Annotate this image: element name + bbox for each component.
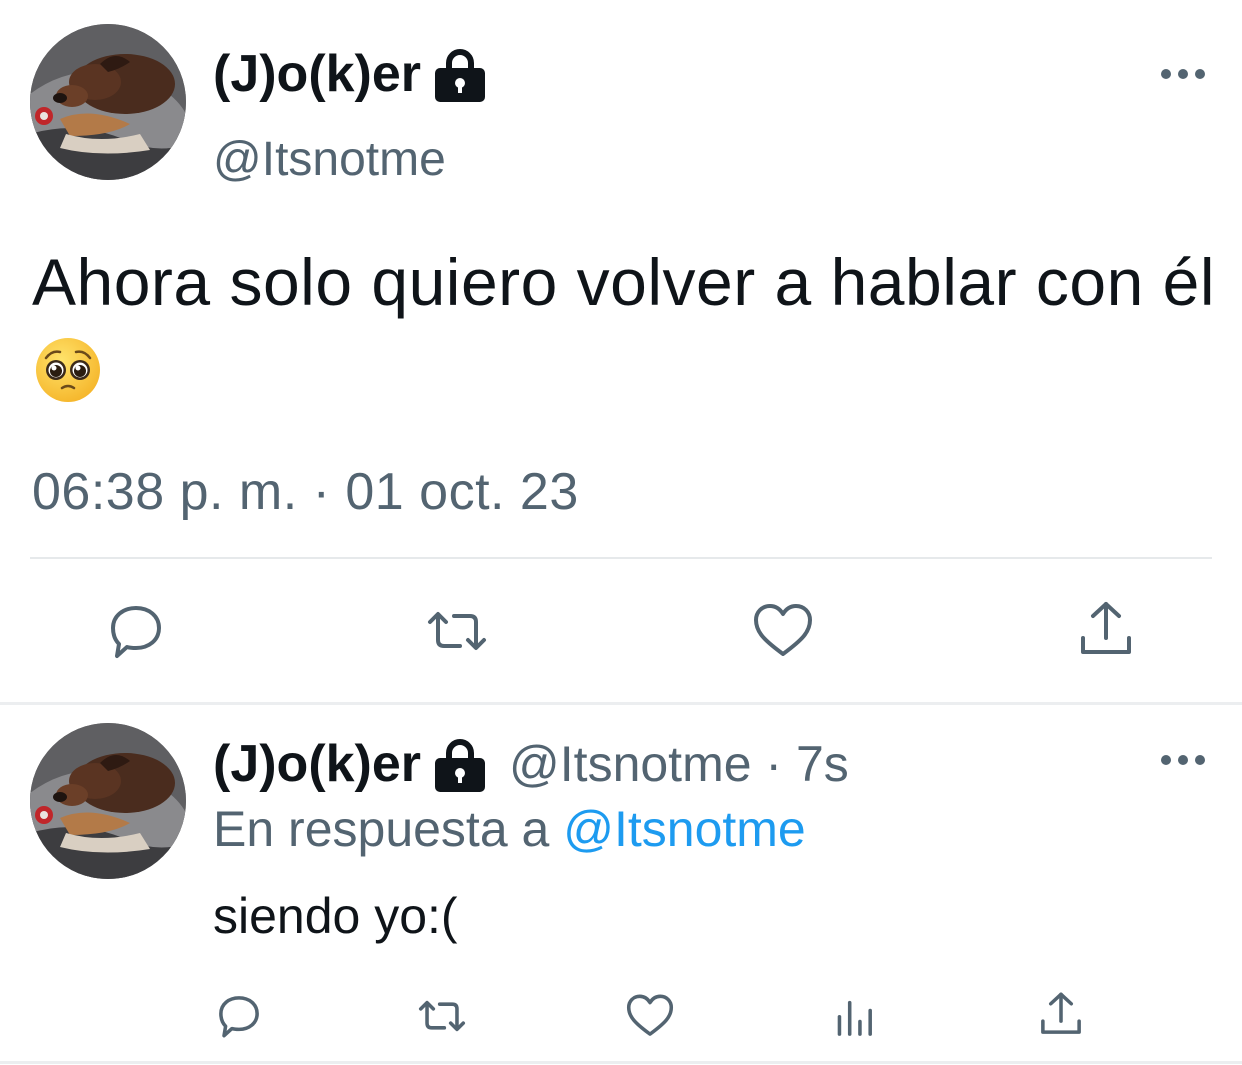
tweet-text-content: Ahora solo quiero volver a hablar con él bbox=[32, 245, 1216, 319]
retweet-icon[interactable] bbox=[416, 990, 468, 1042]
dog-avatar-image bbox=[30, 24, 186, 180]
share-icon[interactable] bbox=[1073, 596, 1139, 662]
tweet-separator bbox=[0, 702, 1242, 705]
tweet-text: Ahora solo quiero volver a hablar con él bbox=[32, 238, 1222, 416]
lock-icon bbox=[433, 736, 487, 792]
pleading-face-emoji bbox=[34, 336, 102, 404]
reply-mention-link[interactable]: @Itsnotme bbox=[563, 801, 806, 857]
display-name-text[interactable]: (J)o(k)er bbox=[213, 44, 421, 104]
user-handle[interactable]: @Itsnotme bbox=[213, 132, 446, 187]
more-options-icon[interactable] bbox=[1158, 66, 1208, 82]
display-name[interactable]: (J)o(k)er bbox=[213, 44, 487, 104]
lock-icon bbox=[433, 46, 487, 102]
avatar[interactable] bbox=[30, 723, 186, 879]
reply-icon[interactable] bbox=[103, 598, 169, 664]
views-icon[interactable] bbox=[830, 990, 882, 1042]
reply-header: (J)o(k)er @Itsnotme · 7s bbox=[213, 734, 849, 794]
tweet-separator bbox=[0, 1061, 1242, 1064]
reply-prefix: En respuesta a bbox=[213, 801, 550, 857]
share-icon[interactable] bbox=[1035, 988, 1087, 1040]
reply-icon[interactable] bbox=[213, 990, 265, 1042]
display-name[interactable]: (J)o(k)er bbox=[213, 734, 487, 794]
divider bbox=[30, 557, 1212, 559]
like-icon[interactable] bbox=[624, 990, 676, 1042]
retweet-icon[interactable] bbox=[424, 598, 490, 664]
handle-and-time[interactable]: @Itsnotme · 7s bbox=[509, 735, 849, 793]
like-icon[interactable] bbox=[750, 598, 816, 664]
reply-context: En respuesta a @Itsnotme bbox=[213, 800, 806, 858]
display-name-text[interactable]: (J)o(k)er bbox=[213, 734, 421, 794]
tweet-timestamp[interactable]: 06:38 p. m. · 01 oct. 23 bbox=[32, 462, 579, 522]
dog-avatar-image bbox=[30, 723, 186, 879]
avatar[interactable] bbox=[30, 24, 186, 180]
tweet-text: siendo yo:( bbox=[213, 888, 458, 944]
more-options-icon[interactable] bbox=[1158, 752, 1208, 768]
